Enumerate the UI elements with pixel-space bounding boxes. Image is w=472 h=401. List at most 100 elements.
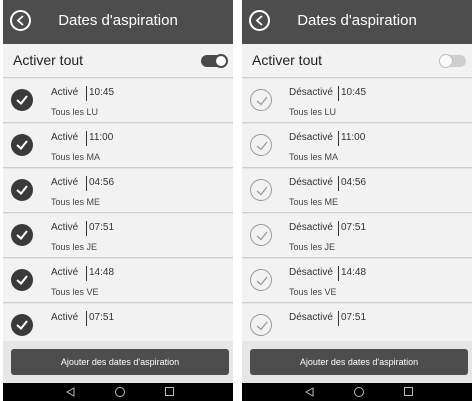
activate-all-label: Activer tout: [13, 52, 84, 68]
title-bar: Dates d'aspiration: [3, 0, 233, 44]
time-label: 07:51: [89, 222, 115, 233]
divider: [86, 311, 87, 326]
status-label: Activé: [51, 222, 79, 233]
status-label: Activé: [51, 87, 79, 98]
activate-all-row: Activer tout: [242, 44, 472, 78]
days-label: Tous les LU: [289, 107, 337, 117]
check-icon: [16, 320, 28, 330]
schedule-row[interactable]: Désactivé 07:51 Tous les JE: [242, 214, 472, 258]
status-label: Activé: [51, 177, 79, 188]
circle-home-icon[interactable]: [354, 387, 364, 397]
time-label: 07:51: [341, 222, 367, 233]
add-dates-button[interactable]: Ajouter des dates d'aspiration: [11, 349, 229, 375]
divider: [86, 131, 87, 146]
toggle-knob: [214, 54, 228, 68]
time-label: 14:48: [341, 267, 367, 278]
time-label: 07:51: [341, 312, 367, 323]
check-icon: [256, 276, 268, 286]
schedule-row[interactable]: Désactivé 04:56 Tous les ME: [242, 169, 472, 213]
divider: [338, 86, 339, 101]
days-label: Tous les JE: [289, 242, 336, 252]
check-icon: [256, 141, 268, 151]
check-icon: [16, 185, 28, 195]
days-label: Tous les MA: [51, 152, 101, 162]
checkbox-checked[interactable]: [11, 134, 33, 156]
schedule-row[interactable]: Activé 04:56 Tous les ME: [3, 169, 233, 213]
checkbox-checked[interactable]: [11, 224, 33, 246]
divider: [86, 266, 87, 281]
schedule-row[interactable]: Activé 14:48 Tous les VE: [3, 259, 233, 303]
days-label: Tous les LU: [51, 107, 99, 117]
triangle-back-icon[interactable]: [66, 387, 75, 397]
schedule-row[interactable]: Désactivé 10:45 Tous les LU: [242, 79, 472, 123]
divider: [338, 221, 339, 236]
divider: [338, 266, 339, 281]
divider: [86, 86, 87, 101]
schedule-row[interactable]: Activé 07:51: [3, 304, 233, 341]
status-label: Activé: [51, 267, 79, 278]
checkbox-checked[interactable]: [11, 314, 33, 336]
time-label: 07:51: [89, 312, 115, 323]
divider: [338, 311, 339, 326]
check-icon: [16, 95, 28, 105]
circle-home-icon[interactable]: [115, 387, 125, 397]
days-label: Tous les JE: [51, 242, 98, 252]
schedule-list[interactable]: Activé 10:45 Tous les LU Activé 11:00 To…: [3, 79, 233, 341]
divider: [86, 221, 87, 236]
square-recents-icon[interactable]: [404, 387, 413, 396]
checkbox-checked[interactable]: [11, 179, 33, 201]
check-icon: [16, 140, 28, 150]
status-label: Activé: [51, 132, 79, 143]
days-label: Tous les VE: [289, 287, 337, 297]
system-nav-bar: [242, 383, 472, 401]
checkbox-unchecked[interactable]: [250, 179, 272, 201]
schedule-row[interactable]: Activé 07:51 Tous les JE: [3, 214, 233, 258]
checkbox-unchecked[interactable]: [250, 269, 272, 291]
status-label: Activé: [51, 312, 79, 323]
time-label: 04:56: [89, 177, 115, 188]
phone-screen-active: Dates d'aspiration Activer tout Activé 1…: [3, 0, 233, 401]
check-icon: [256, 186, 268, 196]
checkbox-unchecked[interactable]: [250, 134, 272, 156]
checkbox-checked[interactable]: [11, 89, 33, 111]
schedule-row[interactable]: Désactivé 11:00 Tous les MA: [242, 124, 472, 168]
schedule-row[interactable]: Activé 10:45 Tous les LU: [3, 79, 233, 123]
title-bar: Dates d'aspiration: [242, 0, 472, 44]
square-recents-icon[interactable]: [165, 387, 174, 396]
status-label: Désactivé: [289, 132, 333, 143]
checkbox-unchecked[interactable]: [250, 224, 272, 246]
activate-all-toggle[interactable]: [439, 54, 466, 68]
page-title: Dates d'aspiration: [58, 12, 178, 29]
divider: [338, 176, 339, 191]
schedule-list[interactable]: Désactivé 10:45 Tous les LU Désactivé 11…: [242, 79, 472, 341]
check-icon: [16, 275, 28, 285]
status-label: Désactivé: [289, 267, 333, 278]
status-label: Désactivé: [289, 87, 333, 98]
time-label: 11:00: [89, 132, 114, 143]
status-label: Désactivé: [289, 312, 333, 323]
page-title: Dates d'aspiration: [297, 12, 417, 29]
triangle-back-icon[interactable]: [305, 387, 314, 397]
check-icon: [256, 96, 268, 106]
time-label: 10:45: [89, 87, 115, 98]
schedule-row[interactable]: Activé 11:00 Tous les MA: [3, 124, 233, 168]
add-dates-button[interactable]: Ajouter des dates d'aspiration: [250, 349, 468, 375]
schedule-row[interactable]: Désactivé 14:48 Tous les VE: [242, 259, 472, 303]
days-label: Tous les VE: [51, 287, 99, 297]
time-label: 11:00: [341, 132, 366, 143]
days-label: Tous les MA: [289, 152, 339, 162]
check-icon: [256, 231, 268, 241]
time-label: 14:48: [89, 267, 115, 278]
divider: [86, 176, 87, 191]
activate-all-toggle[interactable]: [201, 54, 228, 68]
activate-all-label: Activer tout: [252, 52, 323, 68]
schedule-row[interactable]: Désactivé 07:51: [242, 304, 472, 341]
checkbox-checked[interactable]: [11, 269, 33, 291]
time-label: 10:45: [341, 87, 367, 98]
checkbox-unchecked[interactable]: [250, 89, 272, 111]
days-label: Tous les ME: [289, 197, 339, 207]
activate-all-row: Activer tout: [3, 44, 233, 78]
checkbox-unchecked[interactable]: [250, 314, 272, 336]
time-label: 04:56: [341, 177, 367, 188]
check-icon: [16, 230, 28, 240]
